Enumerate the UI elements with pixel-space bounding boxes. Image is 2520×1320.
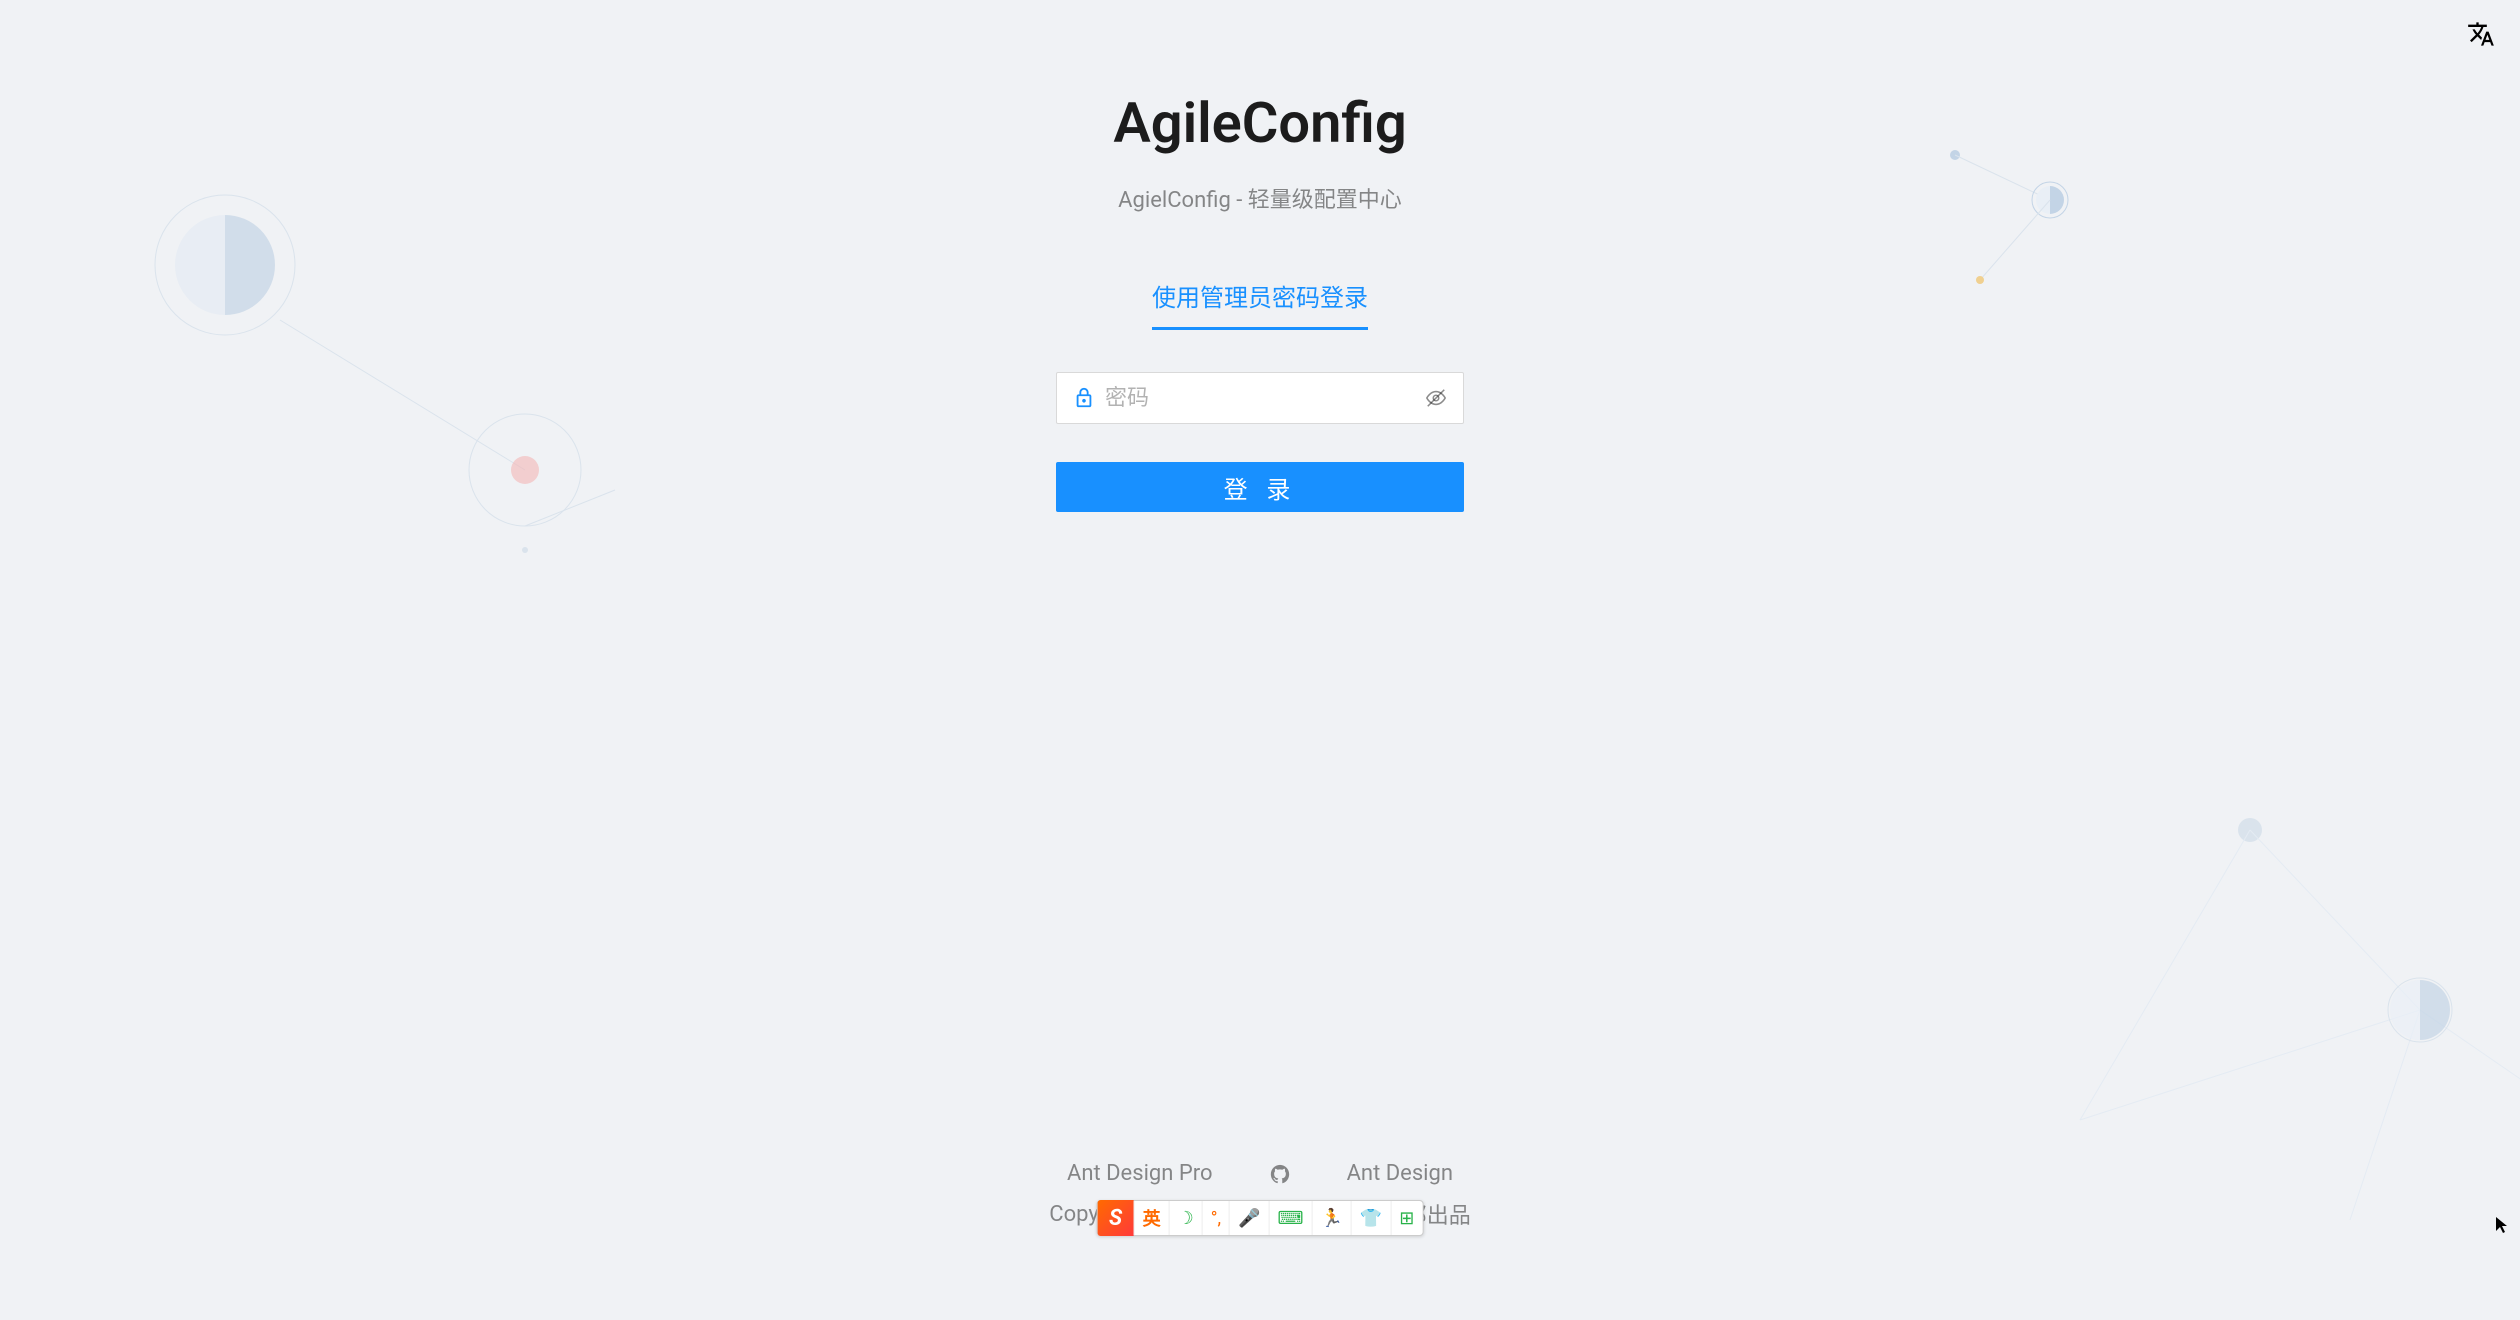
- ime-lang-toggle[interactable]: 英: [1134, 1201, 1169, 1235]
- cursor-icon: [2496, 1217, 2512, 1238]
- login-tabs: 使用管理员密码登录: [1152, 278, 1368, 330]
- eye-invisible-icon[interactable]: [1425, 387, 1447, 409]
- footer-links: Ant Design Pro Ant Design: [0, 1161, 2520, 1186]
- ime-moon-icon[interactable]: ☽: [1169, 1201, 1202, 1235]
- lock-icon: [1073, 387, 1095, 409]
- github-icon: [1269, 1163, 1291, 1185]
- login-form: 登 录: [1056, 372, 1464, 512]
- footer-github-link[interactable]: [1269, 1163, 1291, 1185]
- ime-person-icon[interactable]: 🏃: [1311, 1201, 1350, 1235]
- ime-toolbar[interactable]: S 英 ☽ °, 🎤 ⌨ 🏃 👕 ⊞: [1097, 1200, 1424, 1236]
- password-wrapper: [1056, 372, 1464, 424]
- page-title: AgileConfig: [1113, 90, 1406, 156]
- password-input[interactable]: [1105, 385, 1415, 411]
- language-switch[interactable]: [2467, 20, 2495, 52]
- footer-link-antd[interactable]: Ant Design: [1347, 1161, 1453, 1186]
- ime-mic-icon[interactable]: 🎤: [1229, 1201, 1268, 1235]
- login-button[interactable]: 登 录: [1056, 462, 1464, 512]
- ime-logo-icon: S: [1098, 1200, 1134, 1236]
- ime-grid-icon[interactable]: ⊞: [1390, 1201, 1422, 1235]
- page-subtitle: AgielConfig - 轻量级配置中心: [1118, 182, 1402, 214]
- footer-link-pro[interactable]: Ant Design Pro: [1067, 1161, 1213, 1186]
- translate-icon: [2467, 20, 2495, 48]
- tab-admin-login[interactable]: 使用管理员密码登录: [1152, 278, 1368, 330]
- ime-shirt-icon[interactable]: 👕: [1351, 1201, 1390, 1235]
- ime-keyboard-icon[interactable]: ⌨: [1268, 1201, 1311, 1235]
- ime-punct-icon[interactable]: °,: [1202, 1201, 1229, 1235]
